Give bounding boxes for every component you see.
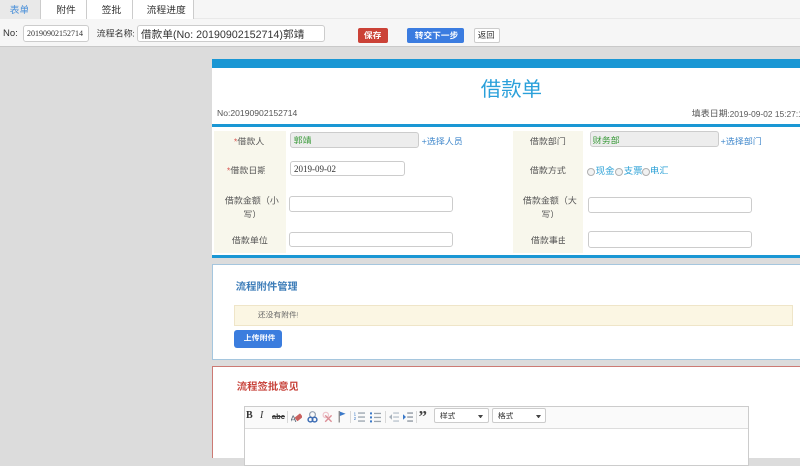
svg-text:2: 2 (354, 416, 357, 422)
